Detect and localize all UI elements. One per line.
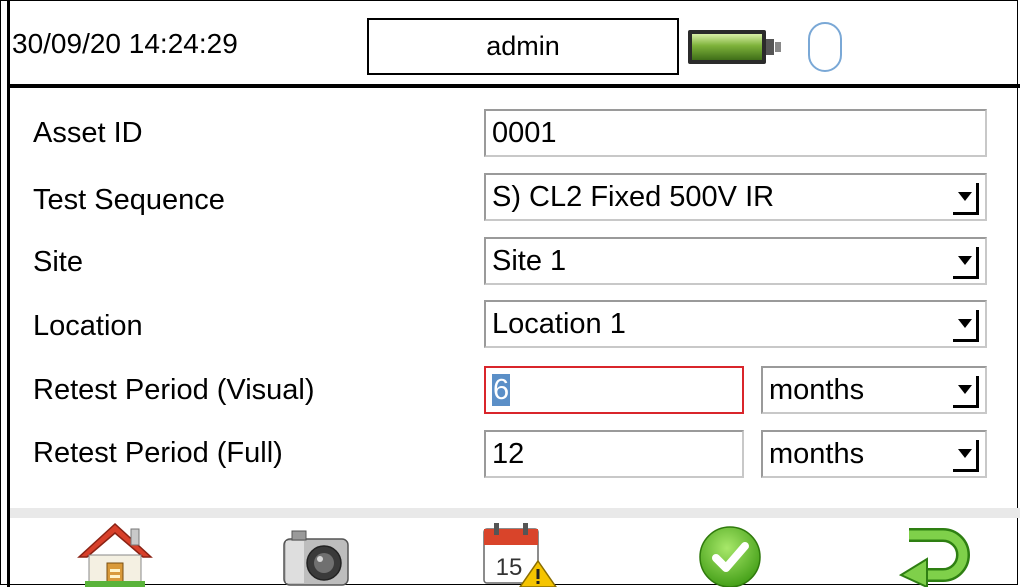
user-button[interactable]: admin (367, 18, 679, 75)
toolbar-divider (10, 508, 1020, 518)
camera-icon[interactable] (278, 521, 358, 587)
site-label: Site (33, 246, 83, 278)
retest-visual-unit-select[interactable]: months (761, 366, 987, 414)
location-label: Location (33, 310, 143, 342)
asset-id-input[interactable]: 0001 (484, 109, 987, 157)
chevron-down-icon[interactable] (953, 247, 979, 279)
left-edge (7, 0, 10, 587)
asset-id-value: 0001 (492, 117, 557, 149)
chevron-down-icon[interactable] (953, 376, 979, 408)
header-divider (10, 84, 1020, 88)
retest-full-unit: months (769, 438, 865, 470)
back-icon[interactable] (895, 521, 975, 587)
calendar-day: 15 (496, 554, 523, 581)
site-value: Site 1 (492, 245, 567, 277)
retest-visual-unit: months (769, 374, 865, 406)
site-select[interactable]: Site 1 (484, 237, 987, 285)
chevron-down-icon[interactable] (953, 440, 979, 472)
retest-full-value: 12 (492, 438, 525, 470)
test-sequence-select[interactable]: S) CL2 Fixed 500V IR (484, 173, 987, 221)
retest-full-unit-select[interactable]: months (761, 430, 987, 478)
asset-id-label: Asset ID (33, 117, 143, 149)
retest-full-input[interactable]: 12 (484, 430, 744, 478)
location-value: Location 1 (492, 308, 626, 340)
chevron-down-icon[interactable] (953, 310, 979, 342)
confirm-icon[interactable] (690, 521, 770, 587)
user-label: admin (486, 31, 560, 61)
datetime-display: 30/09/20 14:24:29 (12, 28, 238, 59)
location-select[interactable]: Location 1 (484, 300, 987, 348)
calendar-warning-icon[interactable]: 15 (478, 521, 558, 587)
retest-visual-value: 6 (492, 374, 511, 406)
battery-icon (688, 30, 781, 64)
retest-full-label: Retest Period (Full) (33, 437, 283, 469)
chevron-down-icon[interactable] (953, 183, 979, 215)
retest-visual-input[interactable]: 6 (484, 366, 744, 414)
retest-visual-label: Retest Period (Visual) (33, 374, 315, 406)
test-sequence-value: S) CL2 Fixed 500V IR (492, 181, 775, 213)
capsule-indicator-icon (808, 22, 842, 72)
home-icon[interactable] (75, 521, 155, 587)
test-sequence-label: Test Sequence (33, 184, 225, 216)
